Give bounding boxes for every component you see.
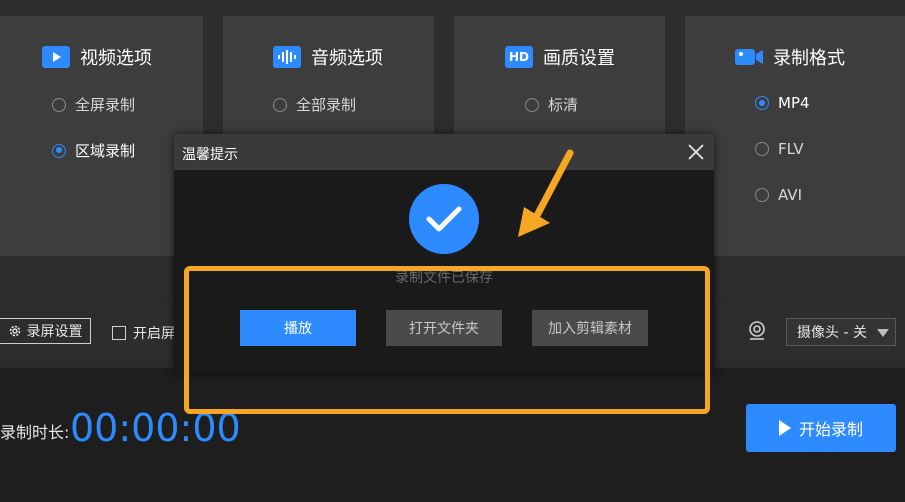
record-format-panel: 录制格式 MP4 FLV AVI (685, 16, 905, 256)
radio-standard-quality[interactable]: 标清 (525, 94, 578, 115)
radio-button-selected[interactable] (52, 143, 66, 158)
camera-select[interactable]: 摄像头 - 关 (786, 318, 896, 346)
audio-icon (273, 46, 301, 68)
radio-flv[interactable]: FLV (755, 140, 804, 158)
radio-region[interactable]: 区域录制 (52, 140, 135, 161)
close-icon[interactable] (686, 142, 706, 162)
webcam-icon[interactable] (746, 321, 768, 345)
play-icon (778, 420, 791, 436)
quality-settings-title: HD 画质设置 (505, 44, 615, 70)
chevron-down-icon (877, 329, 889, 337)
record-format-title: 录制格式 (735, 44, 845, 70)
radio-button-selected[interactable] (755, 96, 769, 110)
radio-button[interactable] (525, 97, 539, 112)
audio-options-title: 音频选项 (273, 44, 383, 70)
radio-avi[interactable]: AVI (755, 186, 802, 204)
annotation-arrow-icon (518, 149, 574, 237)
radio-button[interactable] (52, 97, 66, 112)
radio-button[interactable] (755, 142, 769, 156)
duration-label: 录制时长: (0, 423, 70, 442)
video-icon (42, 46, 70, 68)
dialog-title: 温馨提示 (182, 147, 238, 163)
radio-fullscreen[interactable]: 全屏录制 (52, 94, 135, 115)
gear-icon (8, 324, 22, 338)
start-record-button[interactable]: 开始录制 (746, 404, 896, 452)
camera-icon (735, 46, 763, 68)
hd-icon: HD (505, 46, 533, 68)
screen-settings-button[interactable]: 录屏设置 (0, 318, 91, 344)
enable-screen-checkbox-row[interactable]: 开启屏 (112, 323, 175, 343)
checkbox[interactable] (112, 326, 126, 340)
highlight-box (184, 266, 710, 414)
radio-button[interactable] (273, 97, 287, 112)
radio-button[interactable] (755, 188, 769, 202)
dialog-header: 温馨提示 (174, 134, 714, 170)
success-check-icon (409, 184, 479, 254)
video-options-panel: 视频选项 全屏录制 区域录制 (0, 16, 203, 256)
radio-mp4[interactable]: MP4 (755, 94, 810, 112)
radio-record-all[interactable]: 全部录制 (273, 94, 356, 115)
video-options-title: 视频选项 (42, 44, 152, 70)
